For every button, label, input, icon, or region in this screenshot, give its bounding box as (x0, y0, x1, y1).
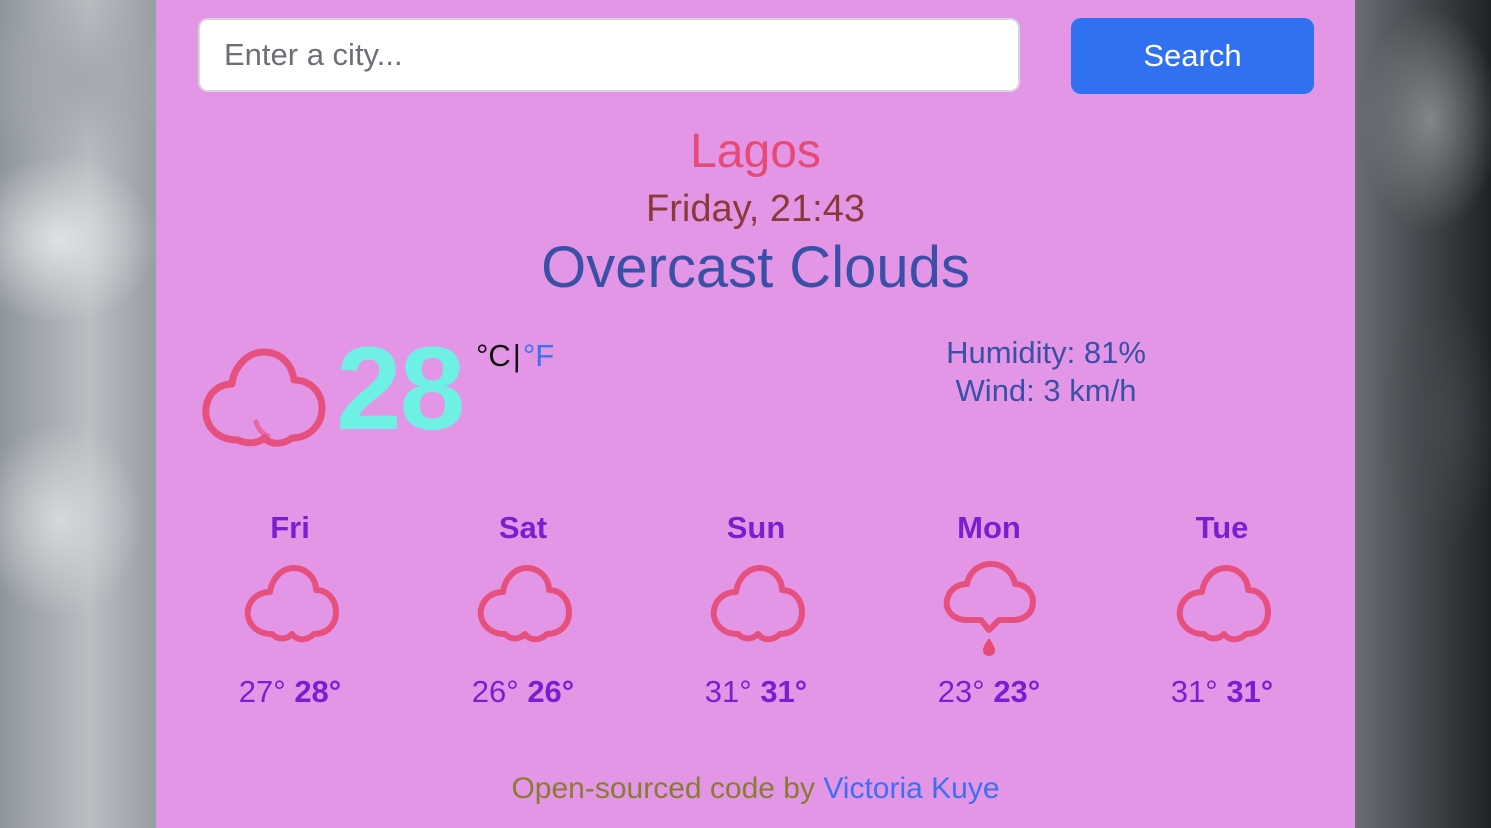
forecast-day: Tue 31° 31° (1132, 506, 1312, 710)
city-name: Lagos (690, 125, 821, 178)
forecast-day-name: Fri (270, 510, 310, 545)
forecast-day: Sun 31° 31° (666, 506, 846, 710)
forecast-max-temp: 28° (294, 674, 342, 709)
forecast-day: Sat 26° 26° (433, 506, 613, 710)
cloud-icon (244, 565, 339, 643)
forecast-temps: 31° 31° (1132, 674, 1312, 710)
unit-toggle: °C|°F (476, 338, 554, 374)
cloud-icon (202, 348, 326, 447)
celsius-link[interactable]: °C (476, 338, 511, 373)
forecast-temps: 27° 28° (200, 674, 380, 710)
footer-text: Open-sourced code by (511, 772, 815, 805)
author-link[interactable]: Victoria Kuye (823, 772, 999, 805)
forecast-min-temp: 31° (704, 674, 752, 709)
search-button[interactable]: Search (1071, 18, 1314, 94)
current-temperature: 28 (336, 323, 465, 455)
forecast-min-temp: 23° (937, 674, 985, 709)
forecast-min-temp: 31° (1170, 674, 1218, 709)
rain-cloud-icon (943, 561, 1036, 656)
wind-value: Wind: 3 km/h (955, 373, 1137, 408)
forecast-day-name: Sun (726, 510, 786, 545)
cloud-icon (1176, 565, 1271, 643)
forecast-day-name: Tue (1195, 510, 1249, 545)
forecast-max-temp: 31° (1226, 674, 1274, 709)
forecast-day: Fri 27° 28° (200, 506, 380, 710)
forecast-temps: 26° 26° (433, 674, 613, 710)
weather-details: Humidity: 81% Wind: 3 km/h (856, 334, 1236, 410)
forecast-temps: 23° 23° (899, 674, 1079, 710)
forecast-min-temp: 26° (471, 674, 519, 709)
current-datetime: Friday, 21:43 (646, 188, 865, 230)
weather-card: Search Lagos Friday, 21:43 Overcast Clou… (156, 0, 1355, 828)
forecast-max-temp: 26° (527, 674, 575, 709)
forecast-temps: 31° 31° (666, 674, 846, 710)
weather-description: Overcast Clouds (541, 235, 970, 300)
fahrenheit-link[interactable]: °F (523, 338, 554, 373)
forecast-row: Fri 27° 28° Sat 26° 26° Sun 31° 31° Mon (156, 506, 1355, 709)
forecast-day-name: Sat (498, 510, 548, 545)
footer: Open-sourced code by Victoria Kuye (156, 772, 1355, 806)
unit-separator: | (512, 338, 521, 373)
humidity-value: Humidity: 81% (946, 335, 1146, 370)
forecast-max-temp: 23° (993, 674, 1041, 709)
forecast-max-temp: 31° (760, 674, 808, 709)
forecast-min-temp: 27° (238, 674, 286, 709)
forecast-day-name: Mon (957, 510, 1021, 545)
cloud-icon (477, 565, 572, 643)
city-search-input[interactable] (198, 18, 1020, 92)
forecast-day: Mon 23° 23° (899, 506, 1079, 710)
cloud-icon (710, 565, 805, 643)
